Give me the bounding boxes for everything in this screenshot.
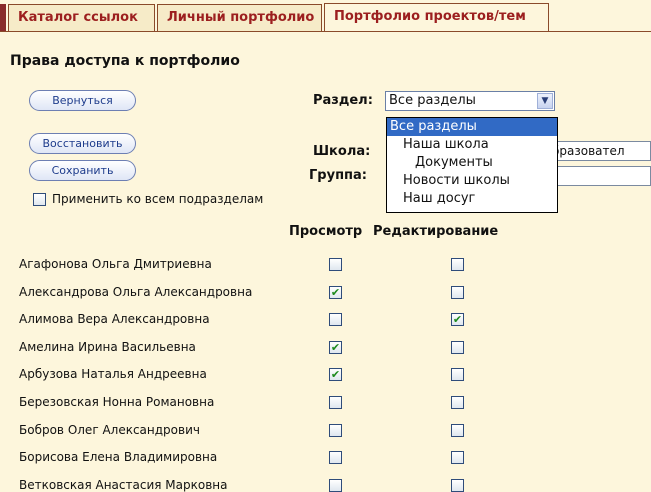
view-checkbox[interactable]: ✔ [329, 368, 342, 381]
save-button[interactable]: Сохранить [29, 160, 136, 181]
row-name: Александрова Ольга Александровна [19, 285, 253, 299]
edit-checkbox[interactable] [451, 286, 464, 299]
section-select[interactable]: Все разделы ▼ [385, 91, 555, 111]
tab-bar-accent [0, 4, 6, 31]
section-option-all[interactable]: Все разделы [387, 118, 557, 136]
edit-checkbox[interactable] [451, 368, 464, 381]
view-checkbox[interactable] [329, 451, 342, 464]
view-checkbox[interactable] [329, 258, 342, 271]
section-select-value: Все разделы [389, 93, 476, 108]
row-name: Ветковская Анастасия Марковна [19, 478, 228, 492]
tab-project-portfolio[interactable]: Портфолио проектов/тем [324, 3, 549, 32]
edit-checkbox[interactable] [451, 341, 464, 354]
view-checkbox[interactable] [329, 424, 342, 437]
school-label: Школа: [313, 144, 371, 159]
apply-all-label: Применить ко всем подразделам [52, 192, 264, 206]
edit-checkbox[interactable]: ✔ [451, 313, 464, 326]
group-label: Группа: [309, 168, 367, 183]
back-button[interactable]: Вернуться [29, 90, 136, 111]
group-input[interactable] [548, 166, 651, 186]
section-dropdown-list: Все разделы Наша школа Документы Новости… [386, 117, 558, 213]
row-name: Алимова Вера Александровна [19, 312, 210, 326]
tab-bar: Каталог ссылок Личный портфолио Портфоли… [0, 0, 651, 32]
tab-link-catalog[interactable]: Каталог ссылок [8, 4, 155, 31]
view-checkbox[interactable] [329, 313, 342, 326]
row-name: Амелина Ирина Васильевна [19, 340, 196, 354]
column-view-header: Просмотр [289, 224, 363, 239]
edit-checkbox[interactable] [451, 451, 464, 464]
row-name: Агафонова Ольга Дмитриевна [19, 257, 212, 271]
view-checkbox[interactable]: ✔ [329, 286, 342, 299]
apply-all-checkbox[interactable] [33, 193, 46, 206]
section-option-our-school[interactable]: Наша школа [387, 136, 557, 154]
view-checkbox[interactable] [329, 396, 342, 409]
section-option-school-news[interactable]: Новости школы [387, 172, 557, 190]
section-label: Раздел: [313, 93, 373, 108]
row-name: Арбузова Наталья Андреевна [19, 367, 207, 381]
tab-personal-portfolio[interactable]: Личный портфолио [157, 4, 322, 31]
school-input[interactable]: бразовател [548, 141, 651, 161]
row-name: Бобров Олег Александрович [19, 423, 200, 437]
page-title: Права доступа к портфолио [10, 53, 240, 69]
edit-checkbox[interactable] [451, 479, 464, 492]
edit-checkbox[interactable] [451, 396, 464, 409]
column-edit-header: Редактирование [373, 224, 499, 239]
section-option-leisure[interactable]: Наш досуг [387, 190, 557, 208]
row-name: Борисова Елена Владимировна [19, 450, 218, 464]
edit-checkbox[interactable] [451, 424, 464, 437]
chevron-down-icon[interactable]: ▼ [537, 93, 553, 109]
row-name: Березовская Нонна Романовна [19, 395, 215, 409]
section-option-documents[interactable]: Документы [387, 154, 557, 172]
tab-underline [0, 31, 651, 32]
restore-button[interactable]: Восстановить [29, 133, 136, 154]
view-checkbox[interactable]: ✔ [329, 341, 342, 354]
edit-checkbox[interactable] [451, 258, 464, 271]
view-checkbox[interactable] [329, 479, 342, 492]
